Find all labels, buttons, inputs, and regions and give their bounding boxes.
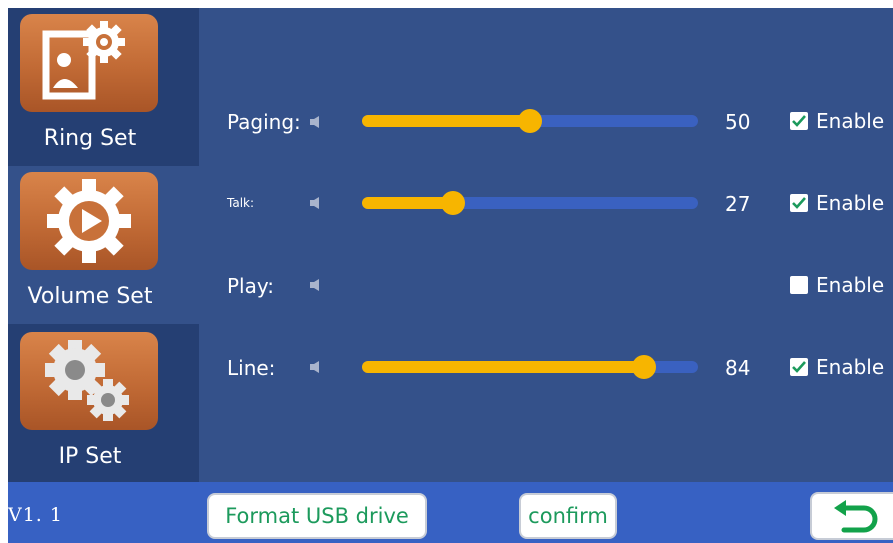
ring-set-tile[interactable] [20,14,158,112]
sidebar-item-label: Ring Set [43,126,137,151]
bottom-bar: V1. 1 Format USB drive confirm [8,482,893,543]
speaker-icon [310,116,319,128]
enable-label: Enable [816,109,885,133]
volume-settings-screen: Ring Set Volume Set IP Set Paging: 50 En… [8,8,893,543]
ring-settings-icon [42,21,125,100]
row-label: Paging: [227,110,301,134]
speaker-icon [310,361,319,373]
slider-fill [362,115,530,127]
version-label: V1. 1 [8,504,63,526]
enable-checkbox[interactable] [790,194,808,212]
format-usb-button[interactable]: Format USB drive [207,493,427,539]
check-icon [792,115,806,127]
gears-icon [45,340,129,421]
slider-fill [362,361,645,373]
enable-label: Enable [816,191,885,215]
slider-knob[interactable] [518,109,542,133]
check-icon [792,361,806,373]
slider-knob[interactable] [440,191,465,215]
enable-label: Enable [816,355,885,379]
volume-slider[interactable] [362,191,698,215]
volume-set-tile[interactable] [20,172,158,270]
volume-value: 27 [725,192,751,216]
sidebar-item-ip-set[interactable]: IP Set [8,324,199,482]
row-label: Play: [227,274,274,298]
speaker-icon [310,279,319,291]
slider-fill [362,197,453,209]
slider-knob[interactable] [632,355,657,379]
volume-value: 84 [725,356,751,380]
check-icon [792,197,806,209]
back-button[interactable] [810,492,893,540]
ip-set-tile[interactable] [20,332,158,430]
sidebar-item-label: Volume Set [27,284,153,309]
volume-value: 50 [725,110,751,134]
play-gear-icon [47,179,131,263]
sidebar-item-volume-set[interactable]: Volume Set [8,166,199,324]
enable-label: Enable [816,273,885,297]
volume-slider[interactable] [362,355,698,379]
enable-checkbox[interactable] [790,276,808,294]
row-label: Line: [227,356,276,380]
sidebar: Ring Set Volume Set IP Set [8,8,199,482]
volume-slider[interactable] [362,109,698,133]
enable-checkbox[interactable] [790,112,808,130]
enable-checkbox[interactable] [790,358,808,376]
sidebar-item-label: IP Set [58,444,122,469]
row-label: Talk: [227,196,255,210]
sidebar-item-ring-set[interactable]: Ring Set [8,8,199,166]
confirm-button[interactable]: confirm [519,493,617,539]
back-arrow-icon [834,500,878,533]
speaker-icon [310,197,319,209]
